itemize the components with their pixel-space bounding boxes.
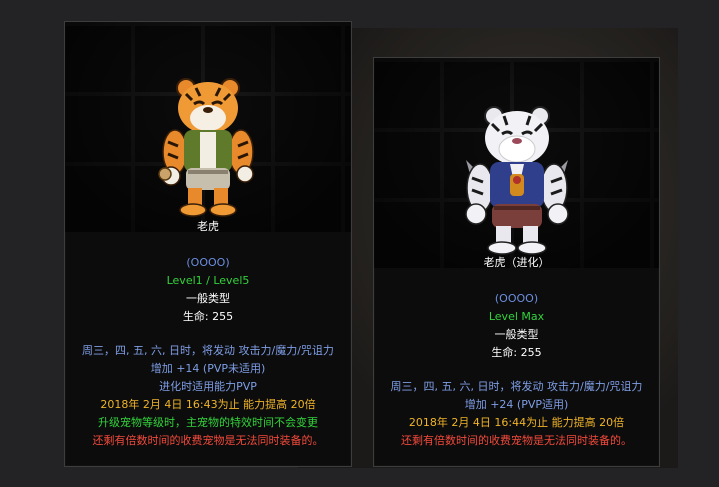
pet-warning: 还剩有倍数时间的收费宠物是无法同时装备的。	[401, 434, 632, 447]
pet-warning: 还剩有倍数时间的收费宠物是无法同时装备的。	[92, 434, 324, 447]
white-tiger-pet-icon	[464, 106, 569, 255]
pet-tooltip-tiger: 老虎 (OOOO) Level1 / Level5 一般类型 生命: 255 周…	[64, 21, 352, 467]
pet-info: 老虎（进化） (OOOO) Level Max 一般类型 生命: 255 周三，…	[374, 254, 659, 450]
pet-effect-line-1: 周三，四, 五, 六, 日时，将发动 攻击力/魔力/咒诅力	[82, 344, 334, 357]
pet-expiry: 2018年 2月 4日 16:44为止 能力提高 20倍	[408, 416, 625, 429]
pet-hp: 生命: 255	[182, 310, 234, 323]
pet-info: 老虎 (OOOO) Level1 / Level5 一般类型 生命: 255 周…	[65, 218, 351, 450]
pet-slots: (OOOO)	[186, 256, 230, 269]
pet-name: 老虎（进化）	[483, 256, 550, 269]
orange-tiger-pet-icon	[158, 78, 254, 217]
pet-level: Level1 / Level5	[166, 274, 250, 287]
pet-effect-line-1: 周三，四, 五, 六, 日时，将发动 攻击力/魔力/咒诅力	[390, 380, 643, 393]
pet-tooltip-tiger-evolved: 老虎（进化） (OOOO) Level Max 一般类型 生命: 255 周三，…	[373, 57, 660, 467]
pet-type: 一般类型	[186, 292, 230, 305]
screen: 老虎 (OOOO) Level1 / Level5 一般类型 生命: 255 周…	[0, 0, 719, 487]
pet-slots: (OOOO)	[494, 292, 539, 305]
pet-effect-line-3: 进化时适用能力PVP	[159, 380, 257, 393]
pet-effect-line-2: 增加 +14 (PVP未适用)	[150, 362, 266, 375]
pet-hp: 生命: 255	[491, 346, 542, 359]
pet-type: 一般类型	[494, 328, 539, 341]
pet-effect-line-2: 增加 +24 (PVP适用)	[464, 398, 569, 411]
pet-expiry: 2018年 2月 4日 16:43为止 能力提高 20倍	[100, 398, 316, 411]
pet-upgrade-note: 升级宠物等级时，主宠物的特效时间不会变更	[98, 416, 318, 429]
pet-level: Level Max	[488, 310, 545, 323]
pet-name: 老虎	[197, 220, 219, 233]
